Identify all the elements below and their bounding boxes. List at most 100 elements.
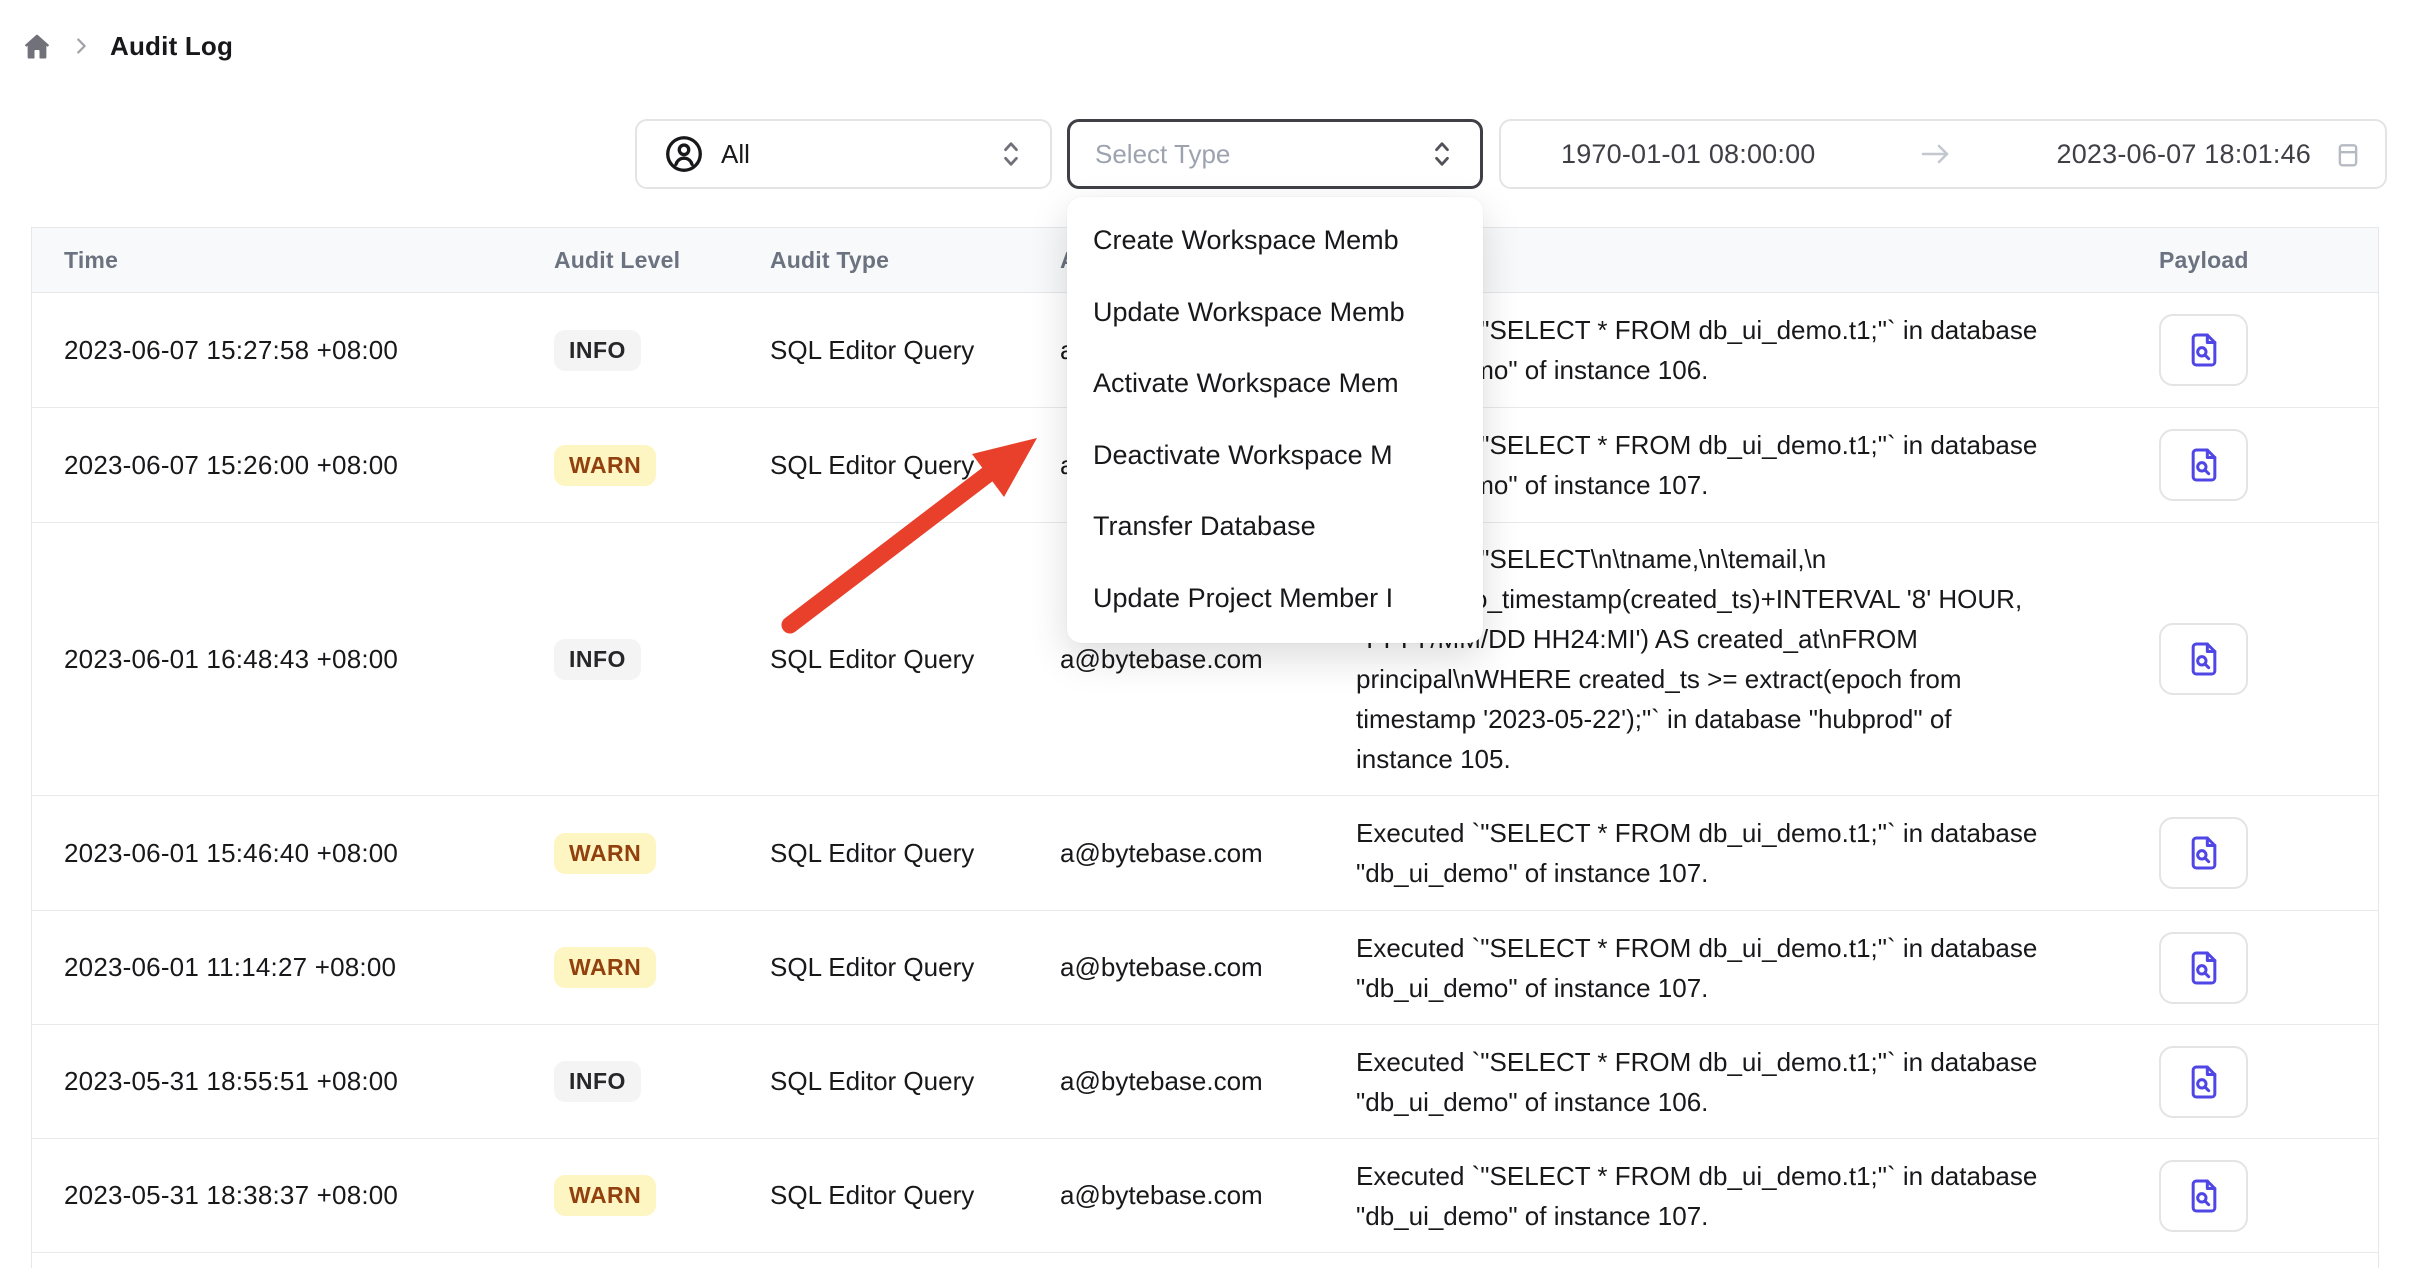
user-filter-value: All	[721, 139, 750, 170]
file-search-icon	[2184, 833, 2224, 873]
table-row: 2023-05-31 18:55:51 +08:00INFO SQL Editor…	[32, 1025, 2378, 1139]
table-row-partial	[32, 1253, 2378, 1268]
audit-level-badge: WARN	[554, 445, 656, 486]
audit-type-cell: SQL Editor Query	[770, 450, 1060, 481]
audit-type-placeholder: Select Type	[1095, 139, 1230, 170]
audit-level-cell: WARN	[554, 947, 770, 988]
audit-level-cell: WARN	[554, 833, 770, 874]
payload-view-button[interactable]	[2159, 429, 2248, 501]
audit-type-cell: SQL Editor Query	[770, 1066, 1060, 1097]
actor-cell: a@bytebase.com	[1060, 952, 1356, 983]
comment-line: timestamp '2023-05-22');"` in database "…	[1356, 699, 2159, 739]
comment-cell: Executed `"SELECT * FROM db_ui_demo.t1;"…	[1356, 1042, 2159, 1122]
time-cell: 2023-06-01 16:48:43 +08:00	[32, 644, 554, 675]
comment-line: Executed `"SELECT * FROM db_ui_demo.t1;"…	[1356, 1042, 2159, 1082]
comment-line: Executed `"SELECT * FROM db_ui_demo.t1;"…	[1356, 1156, 2159, 1196]
date-range-end: 2023-06-07 18:01:46	[2056, 139, 2311, 170]
time-cell: 2023-05-31 18:38:37 +08:00	[32, 1180, 554, 1211]
comment-line: Executed `"SELECT * FROM db_ui_demo.t1;"…	[1356, 813, 2159, 853]
comment-line: "db_ui_demo" of instance 107.	[1356, 853, 2159, 893]
audit-type-cell: SQL Editor Query	[770, 1180, 1060, 1211]
audit-level-badge: WARN	[554, 1175, 656, 1216]
file-search-icon	[2184, 948, 2224, 988]
audit-level-cell: INFO	[554, 639, 770, 680]
column-header-payload: Payload	[2159, 247, 2380, 274]
payload-cell	[2159, 817, 2380, 889]
breadcrumb-chevron-icon	[70, 35, 92, 57]
file-search-icon	[2184, 1062, 2224, 1102]
payload-cell	[2159, 1046, 2380, 1118]
comment-line: principal\nWHERE created_ts >= extract(e…	[1356, 659, 2159, 699]
comment-line: "db_ui_demo" of instance 106.	[1356, 1082, 2159, 1122]
payload-cell	[2159, 623, 2380, 695]
time-cell: 2023-06-07 15:27:58 +08:00	[32, 335, 554, 366]
dropdown-option[interactable]: Update Workspace Memb	[1067, 277, 1483, 349]
payload-cell	[2159, 1160, 2380, 1232]
file-search-icon	[2184, 1176, 2224, 1216]
column-header-audit-level: Audit Level	[554, 247, 770, 274]
audit-log-page: Audit Log All Select Type 1970-01-01 08:…	[0, 0, 2410, 1268]
payload-view-button[interactable]	[2159, 1160, 2248, 1232]
comment-cell: Executed `"SELECT * FROM db_ui_demo.t1;"…	[1356, 1156, 2159, 1236]
actor-cell: a@bytebase.com	[1060, 1066, 1356, 1097]
dropdown-option[interactable]: Deactivate Workspace M	[1067, 420, 1483, 492]
file-search-icon	[2184, 330, 2224, 370]
payload-cell	[2159, 932, 2380, 1004]
payload-view-button[interactable]	[2159, 932, 2248, 1004]
dropdown-option[interactable]: Update Project Member I	[1067, 563, 1483, 635]
audit-type-cell: SQL Editor Query	[770, 644, 1060, 675]
payload-view-button[interactable]	[2159, 314, 2248, 386]
time-cell: 2023-06-01 15:46:40 +08:00	[32, 838, 554, 869]
comment-cell: Executed `"SELECT * FROM db_ui_demo.t1;"…	[1356, 813, 2159, 893]
comment-cell: Executed `"SELECT * FROM db_ui_demo.t1;"…	[1356, 928, 2159, 1008]
table-row: 2023-05-31 18:38:37 +08:00WARN SQL Editor…	[32, 1139, 2378, 1253]
audit-level-badge: INFO	[554, 330, 641, 371]
table-row: 2023-06-01 11:14:27 +08:00WARN SQL Editor…	[32, 911, 2378, 1025]
user-icon	[663, 133, 705, 175]
file-search-icon	[2184, 445, 2224, 485]
audit-type-cell: SQL Editor Query	[770, 952, 1060, 983]
date-range-picker[interactable]: 1970-01-01 08:00:00 2023-06-07 18:01:46	[1499, 119, 2387, 189]
payload-view-button[interactable]	[2159, 817, 2248, 889]
audit-type-cell: SQL Editor Query	[770, 335, 1060, 366]
date-range-start: 1970-01-01 08:00:00	[1561, 139, 1816, 170]
actor-cell: a@bytebase.com	[1060, 644, 1356, 675]
audit-level-cell: WARN	[554, 1175, 770, 1216]
home-icon[interactable]	[22, 31, 52, 61]
payload-view-button[interactable]	[2159, 623, 2248, 695]
audit-level-cell: INFO	[554, 1061, 770, 1102]
comment-line: instance 105.	[1356, 739, 2159, 779]
comment-line: "db_ui_demo" of instance 107.	[1356, 1196, 2159, 1236]
audit-level-badge: WARN	[554, 947, 656, 988]
payload-view-button[interactable]	[2159, 1046, 2248, 1118]
dropdown-option[interactable]: Transfer Database	[1067, 491, 1483, 563]
audit-level-cell: WARN	[554, 445, 770, 486]
date-range-arrow-icon	[1816, 139, 2057, 169]
audit-level-badge: INFO	[554, 1061, 641, 1102]
audit-type-cell: SQL Editor Query	[770, 838, 1060, 869]
calendar-icon	[2333, 139, 2363, 169]
select-chevrons-icon	[998, 137, 1024, 171]
audit-type-dropdown: Create Workspace MembUpdate Workspace Me…	[1067, 197, 1483, 643]
audit-type-filter-select[interactable]: Select Type	[1067, 119, 1483, 189]
file-search-icon	[2184, 639, 2224, 679]
time-cell: 2023-05-31 18:55:51 +08:00	[32, 1066, 554, 1097]
payload-cell	[2159, 429, 2380, 501]
audit-level-badge: WARN	[554, 833, 656, 874]
column-header-time: Time	[32, 247, 554, 274]
audit-level-badge: INFO	[554, 639, 641, 680]
comment-line: Executed `"SELECT * FROM db_ui_demo.t1;"…	[1356, 928, 2159, 968]
select-chevrons-icon	[1429, 137, 1455, 171]
time-cell: 2023-06-07 15:26:00 +08:00	[32, 450, 554, 481]
breadcrumb: Audit Log	[22, 26, 233, 66]
dropdown-option[interactable]: Activate Workspace Mem	[1067, 348, 1483, 420]
actor-cell: a@bytebase.com	[1060, 1180, 1356, 1211]
page-title: Audit Log	[110, 31, 233, 62]
dropdown-option[interactable]: Create Workspace Memb	[1067, 205, 1483, 277]
table-row: 2023-06-01 15:46:40 +08:00WARN SQL Editor…	[32, 796, 2378, 911]
actor-cell: a@bytebase.com	[1060, 838, 1356, 869]
comment-line: "db_ui_demo" of instance 107.	[1356, 968, 2159, 1008]
time-cell: 2023-06-01 11:14:27 +08:00	[32, 952, 554, 983]
user-filter-select[interactable]: All	[635, 119, 1052, 189]
payload-cell	[2159, 314, 2380, 386]
